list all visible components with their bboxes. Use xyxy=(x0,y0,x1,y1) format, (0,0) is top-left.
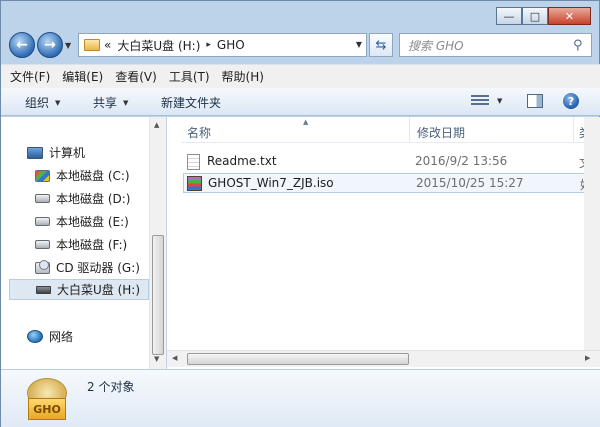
sidebar-item-drive-e[interactable]: 本地磁盘 (E:) xyxy=(35,211,129,232)
navigation-pane: 计算机 本地磁盘 (C:) 本地磁盘 (D:) 本地磁盘 (E:) 本地磁盘 (… xyxy=(1,117,166,369)
breadcrumb-folder[interactable]: GHO xyxy=(217,38,245,52)
scroll-left-icon[interactable]: ◀ xyxy=(172,354,177,362)
file-row[interactable]: Readme.txt 2016/9/2 13:56 文 xyxy=(183,152,591,172)
sidebar-item-label: 网络 xyxy=(49,330,74,344)
navigation-bar: ← → ▼ « 大白菜U盘 (H:) ▸ GHO ▼ ⇆ 搜索 GHO ⚲ xyxy=(1,29,600,63)
menu-tools[interactable]: 工具(T) xyxy=(169,68,210,85)
breadcrumb-separator-icon[interactable]: ▸ xyxy=(206,40,211,50)
new-folder-label: 新建文件夹 xyxy=(161,96,222,110)
column-divider[interactable] xyxy=(573,117,574,143)
organize-label: 组织 xyxy=(25,96,50,110)
breadcrumb: « 大白菜U盘 (H:) ▸ GHO xyxy=(104,37,245,54)
command-bar: 组织 ▼ 共享 ▼ 新建文件夹 ▼ ? xyxy=(1,88,600,116)
computer-icon xyxy=(27,146,43,159)
cd-drive-icon xyxy=(35,259,50,274)
menu-bar: 文件(F) 编辑(E) 查看(V) 工具(T) 帮助(H) xyxy=(1,64,600,88)
help-icon[interactable]: ? xyxy=(563,93,579,109)
file-modified: 2016/9/2 13:56 xyxy=(415,154,508,168)
iso-archive-icon xyxy=(187,176,202,191)
sidebar-item-label: CD 驱动器 (G:) xyxy=(56,261,140,275)
explorer-window: — □ ✕ ← → ▼ « 大白菜U盘 (H:) ▸ GHO ▼ ⇆ 搜索 GH… xyxy=(0,0,600,427)
folder-icon: GHO xyxy=(25,378,71,424)
hard-drive-icon xyxy=(35,194,50,203)
organize-button[interactable]: 组织 ▼ xyxy=(25,94,60,111)
file-row[interactable]: GHOST_Win7_ZJB.iso 2015/10/25 15:27 好 xyxy=(183,173,592,193)
sidebar-item-network[interactable]: 网络 xyxy=(27,326,73,347)
view-options-icon[interactable] xyxy=(471,95,489,107)
file-list: ▲ 名称 修改日期 类 Readme.txt 2016/9/2 13:56 文 … xyxy=(167,117,600,369)
chevron-down-icon: ▼ xyxy=(55,98,61,107)
maximize-button[interactable]: □ xyxy=(522,7,548,25)
search-box[interactable]: 搜索 GHO ⚲ xyxy=(399,33,592,57)
windows-drive-icon xyxy=(35,169,50,182)
address-bar[interactable]: « 大白菜U盘 (H:) ▸ GHO ▼ xyxy=(78,33,367,57)
file-modified: 2015/10/25 15:27 xyxy=(416,176,524,190)
search-input[interactable]: 搜索 GHO xyxy=(408,37,573,54)
menu-help[interactable]: 帮助(H) xyxy=(222,68,264,85)
chevron-down-icon: ▼ xyxy=(123,98,129,107)
file-name: GHOST_Win7_ZJB.iso xyxy=(208,176,334,190)
view-options-dropdown-icon[interactable]: ▼ xyxy=(497,97,502,105)
breadcrumb-overflow[interactable]: « xyxy=(104,38,111,52)
menu-view[interactable]: 查看(V) xyxy=(115,68,157,85)
recent-pages-dropdown[interactable]: ▼ xyxy=(65,41,71,50)
text-file-icon xyxy=(187,154,200,170)
file-list-vertical-scrollbar[interactable] xyxy=(584,117,600,350)
sidebar-item-label: 计算机 xyxy=(49,146,86,160)
forward-button[interactable]: → xyxy=(37,32,63,58)
scrollbar-thumb[interactable] xyxy=(187,353,409,365)
usb-drive-icon xyxy=(36,285,51,294)
file-name: Readme.txt xyxy=(207,154,277,168)
column-modified[interactable]: 修改日期 xyxy=(417,124,465,141)
new-folder-button[interactable]: 新建文件夹 xyxy=(161,94,221,111)
folder-icon xyxy=(84,39,100,51)
column-name[interactable]: 名称 xyxy=(187,124,211,141)
hard-drive-icon xyxy=(35,217,50,226)
sidebar-item-label: 大白菜U盘 (H:) xyxy=(57,283,141,297)
close-button[interactable]: ✕ xyxy=(548,7,591,25)
menu-file[interactable]: 文件(F) xyxy=(10,68,50,85)
breadcrumb-drive[interactable]: 大白菜U盘 (H:) xyxy=(117,37,200,54)
share-label: 共享 xyxy=(93,96,118,110)
sidebar-item-drive-c[interactable]: 本地磁盘 (C:) xyxy=(35,165,130,186)
search-icon[interactable]: ⚲ xyxy=(573,38,591,53)
hard-drive-icon xyxy=(35,240,50,249)
navigation-pane-scrollbar[interactable]: ▲ ▼ xyxy=(149,117,166,369)
address-dropdown-icon[interactable]: ▼ xyxy=(356,40,362,49)
refresh-button[interactable]: ⇆ xyxy=(369,33,393,57)
sidebar-item-label: 本地磁盘 (D:) xyxy=(56,192,131,206)
preview-pane-icon[interactable] xyxy=(527,94,543,108)
sidebar-item-computer[interactable]: 计算机 xyxy=(27,142,85,163)
minimize-button[interactable]: — xyxy=(496,7,522,25)
back-button[interactable]: ← xyxy=(9,32,35,58)
menu-edit[interactable]: 编辑(E) xyxy=(62,68,103,85)
scroll-right-icon[interactable]: ▶ xyxy=(585,354,590,362)
sidebar-item-drive-f[interactable]: 本地磁盘 (F:) xyxy=(35,234,127,255)
details-pane: GHO 2 个对象 xyxy=(1,369,600,427)
scroll-down-icon[interactable]: ▼ xyxy=(154,355,159,363)
sidebar-item-label: 本地磁盘 (F:) xyxy=(56,238,128,252)
sort-ascending-icon: ▲ xyxy=(303,118,309,126)
column-header: ▲ 名称 修改日期 类 xyxy=(181,117,600,143)
share-button[interactable]: 共享 ▼ xyxy=(93,94,128,111)
file-list-horizontal-scrollbar[interactable]: ◀ ▶ xyxy=(167,350,600,367)
sidebar-item-label: 本地磁盘 (E:) xyxy=(56,215,129,229)
sidebar-item-drive-d[interactable]: 本地磁盘 (D:) xyxy=(35,188,130,209)
column-divider[interactable] xyxy=(409,117,410,143)
sidebar-item-drive-g[interactable]: CD 驱动器 (G:) xyxy=(35,257,140,278)
scroll-up-icon[interactable]: ▲ xyxy=(154,121,159,129)
object-count: 2 个对象 xyxy=(87,380,135,394)
scrollbar-thumb[interactable] xyxy=(152,235,164,355)
sidebar-item-drive-h[interactable]: 大白菜U盘 (H:) xyxy=(9,279,149,300)
sidebar-item-label: 本地磁盘 (C:) xyxy=(56,169,130,183)
caption-buttons: — □ ✕ xyxy=(496,7,591,25)
network-icon xyxy=(27,330,43,343)
folder-icon-label: GHO xyxy=(28,398,66,420)
